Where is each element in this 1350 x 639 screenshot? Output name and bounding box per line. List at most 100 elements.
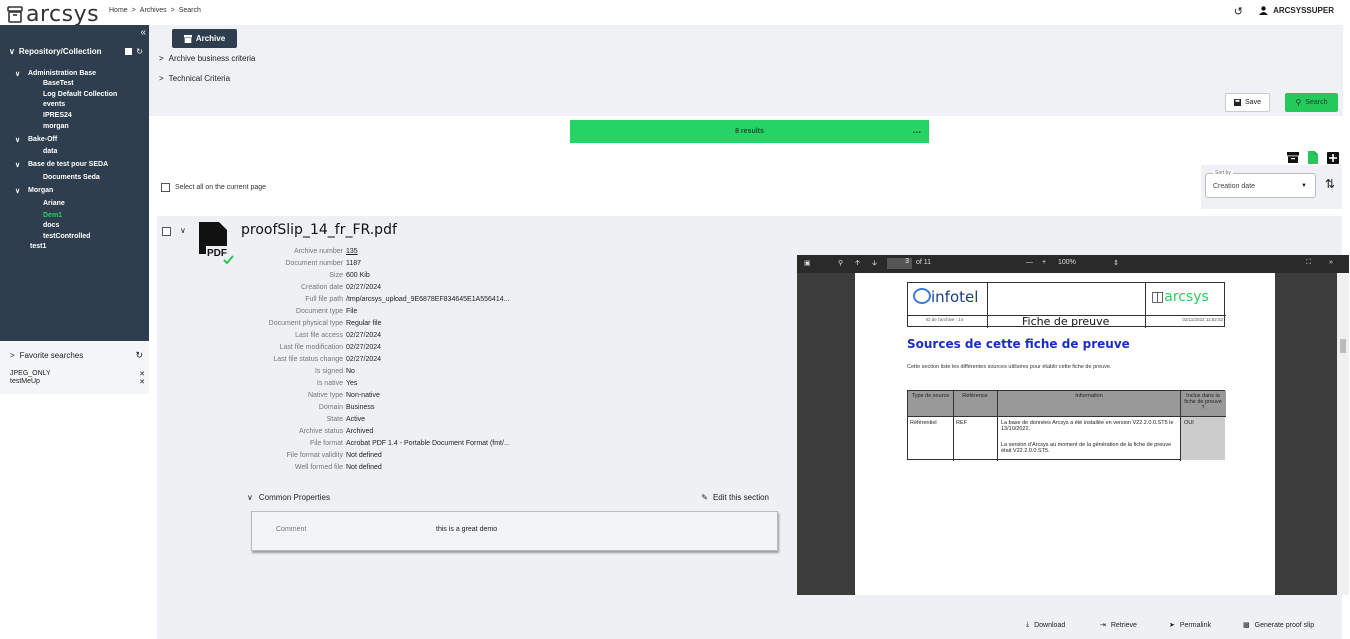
tree-item[interactable]: data xyxy=(43,148,57,155)
common-properties-title: Common Properties xyxy=(258,493,330,502)
tree-item[interactable]: Ariane xyxy=(43,200,65,207)
tree-item[interactable]: Log Default Collection xyxy=(43,91,117,98)
tree-item[interactable]: Morgan xyxy=(28,187,53,194)
property-value[interactable]: 135 xyxy=(346,248,358,255)
property-row: Last file access 02/27/2024 xyxy=(157,332,777,343)
fullscreen-icon[interactable]: ⛶ xyxy=(1306,259,1311,267)
refresh-icon[interactable]: ↻ xyxy=(135,350,143,361)
zoom-in-icon[interactable]: + xyxy=(1042,259,1046,266)
technical-criteria[interactable]: > Technical Criteria xyxy=(159,74,230,83)
record-title[interactable]: proofSlip_14_fr_FR.pdf xyxy=(241,222,397,238)
property-key: Creation date xyxy=(300,284,343,291)
chevron-down-icon[interactable]: ∨ xyxy=(15,70,20,78)
more-tools-icon[interactable]: » xyxy=(1329,259,1333,266)
save-button[interactable]: Save xyxy=(1225,93,1270,112)
property-key: Well formed file xyxy=(294,464,343,471)
chevron-down-icon[interactable]: ∨ xyxy=(180,226,186,235)
pdf-heading: Sources de cette fiche de preuve xyxy=(907,337,1130,351)
zoom-select[interactable]: 100% xyxy=(1058,259,1076,266)
chevron-down-icon[interactable]: ∨ xyxy=(9,47,15,56)
property-value: No xyxy=(346,368,355,375)
chevron-down-icon: ∨ xyxy=(247,493,253,502)
common-properties-header[interactable]: ∨ Common Properties xyxy=(247,493,330,502)
archive-box-icon[interactable] xyxy=(1287,152,1299,163)
document-icon[interactable] xyxy=(1308,151,1318,164)
sort-direction-icon[interactable]: ⇅ xyxy=(1325,177,1335,191)
logo-text: arcsys xyxy=(26,2,100,27)
tree-item[interactable]: Dem1 xyxy=(43,212,62,219)
breadcrumb-archives[interactable]: Archives xyxy=(140,7,167,14)
record-checkbox[interactable] xyxy=(162,227,171,236)
history-icon[interactable]: ↺ xyxy=(1234,5,1243,18)
close-icon[interactable]: ✕ xyxy=(139,378,145,386)
scroll-thumb[interactable] xyxy=(1340,339,1346,353)
property-row: File format validity Not defined xyxy=(157,452,777,463)
tree-item[interactable]: Base de test pour SEDA xyxy=(28,161,108,168)
property-value: Not defined xyxy=(346,464,382,471)
favorite-item[interactable]: testMeUp ✕ xyxy=(10,378,145,386)
close-icon[interactable]: ✕ xyxy=(139,370,145,378)
search-button[interactable]: ⚲ Search xyxy=(1285,93,1338,112)
arcsys-logo[interactable]: arcsys xyxy=(7,2,99,27)
property-key: Document number xyxy=(285,260,343,267)
page-number-input[interactable]: 3 xyxy=(887,258,912,269)
property-row: State Active xyxy=(157,416,777,427)
sidebar-toggle-icon[interactable]: ▣ xyxy=(804,259,811,267)
generate-proof-slip-button[interactable]: ▩ Generate proof slip xyxy=(1243,621,1314,630)
property-row: File format Acrobat PDF 1.4 - Portable Do… xyxy=(157,440,777,451)
tree-item[interactable]: docs xyxy=(43,222,59,229)
refresh-icon[interactable]: ↻ xyxy=(136,47,143,56)
tree-item[interactable]: BaseTest xyxy=(43,80,74,87)
archive-box-icon xyxy=(7,6,23,23)
chevron-down-icon[interactable]: ∨ xyxy=(15,161,20,169)
chevron-right-icon: > xyxy=(170,7,175,14)
pdf-doc-date: 02/11/2022 11:52:52 xyxy=(1182,317,1223,322)
retrieve-icon: ⇥ xyxy=(1100,622,1106,629)
result-record: ∨ PDF proofSlip_14_fr_FR.pdf Archive num… xyxy=(157,216,1349,639)
tree-item[interactable]: IPRES24 xyxy=(43,112,72,119)
breadcrumb-home[interactable]: Home xyxy=(109,7,128,14)
collapse-all-icon[interactable] xyxy=(125,48,133,55)
tree-item[interactable]: Documents Seda xyxy=(43,174,100,181)
download-button[interactable]: ⤓ Download xyxy=(1026,621,1065,629)
chevron-down-icon[interactable]: ∨ xyxy=(15,187,20,195)
zoom-dropdown-icon[interactable]: ⇕ xyxy=(1113,259,1119,267)
arrow-up-icon[interactable]: 🡩 xyxy=(855,259,860,270)
edit-section-button[interactable]: ✎ Edit this section xyxy=(701,493,769,502)
search-label: Search xyxy=(1305,99,1328,106)
retrieve-button[interactable]: ⇥ Retrieve xyxy=(1100,621,1137,630)
tree-item[interactable]: morgan xyxy=(43,123,69,130)
favorite-searches-header[interactable]: > Favorite searches xyxy=(10,351,83,360)
pdf-scrollbar[interactable] xyxy=(1337,273,1349,595)
select-all[interactable]: Select all on the current page xyxy=(161,183,266,192)
pdf-sources-table: Type de source Référence Information Inc… xyxy=(907,390,1226,461)
permalink-button[interactable]: ➤ Permalink xyxy=(1169,621,1211,630)
property-key: Full file path xyxy=(305,296,343,303)
chevron-down-icon[interactable]: ∨ xyxy=(15,136,20,144)
property-key: Last file access xyxy=(295,332,343,339)
pdf-th: Inclus dans la fiche de preuve ? xyxy=(1184,393,1222,411)
sort-select[interactable]: Sort by Creation date ▼ xyxy=(1205,170,1316,198)
pdf-doc-title: Fiche de preuve xyxy=(1022,315,1110,328)
main-content: Archive > Archive business criteria > Tech… xyxy=(149,25,1349,639)
archive-tab-button[interactable]: Archive xyxy=(172,29,237,48)
favorite-item[interactable]: JPEG_ONLY ✕ xyxy=(10,370,145,378)
arrow-down-icon[interactable]: 🡫 xyxy=(872,259,877,270)
sort-panel: Sort by Creation date ▼ ⇅ xyxy=(1201,165,1342,209)
search-icon[interactable]: ⚲ xyxy=(838,259,843,267)
tree-item[interactable]: testControlled xyxy=(43,233,90,240)
archive-business-criteria[interactable]: > Archive business criteria xyxy=(159,54,255,63)
collapse-sidebar-icon[interactable]: « xyxy=(140,27,146,38)
add-icon[interactable] xyxy=(1327,151,1339,164)
property-key: Last file status change xyxy=(273,356,343,363)
property-value: 02/27/2024 xyxy=(346,332,382,339)
results-more-menu[interactable]: ... xyxy=(913,125,921,136)
zoom-out-icon[interactable]: — xyxy=(1026,259,1033,266)
tree-item[interactable]: Bake-Off xyxy=(28,136,57,143)
user-menu[interactable]: ARCSYSSUPER xyxy=(1259,6,1334,15)
tree-item[interactable]: events xyxy=(43,101,65,108)
tree-item[interactable]: Administration Base xyxy=(28,70,96,77)
results-count: 8 results xyxy=(735,128,764,135)
tree-item[interactable]: test1 xyxy=(30,243,46,250)
select-all-checkbox[interactable] xyxy=(161,183,170,192)
